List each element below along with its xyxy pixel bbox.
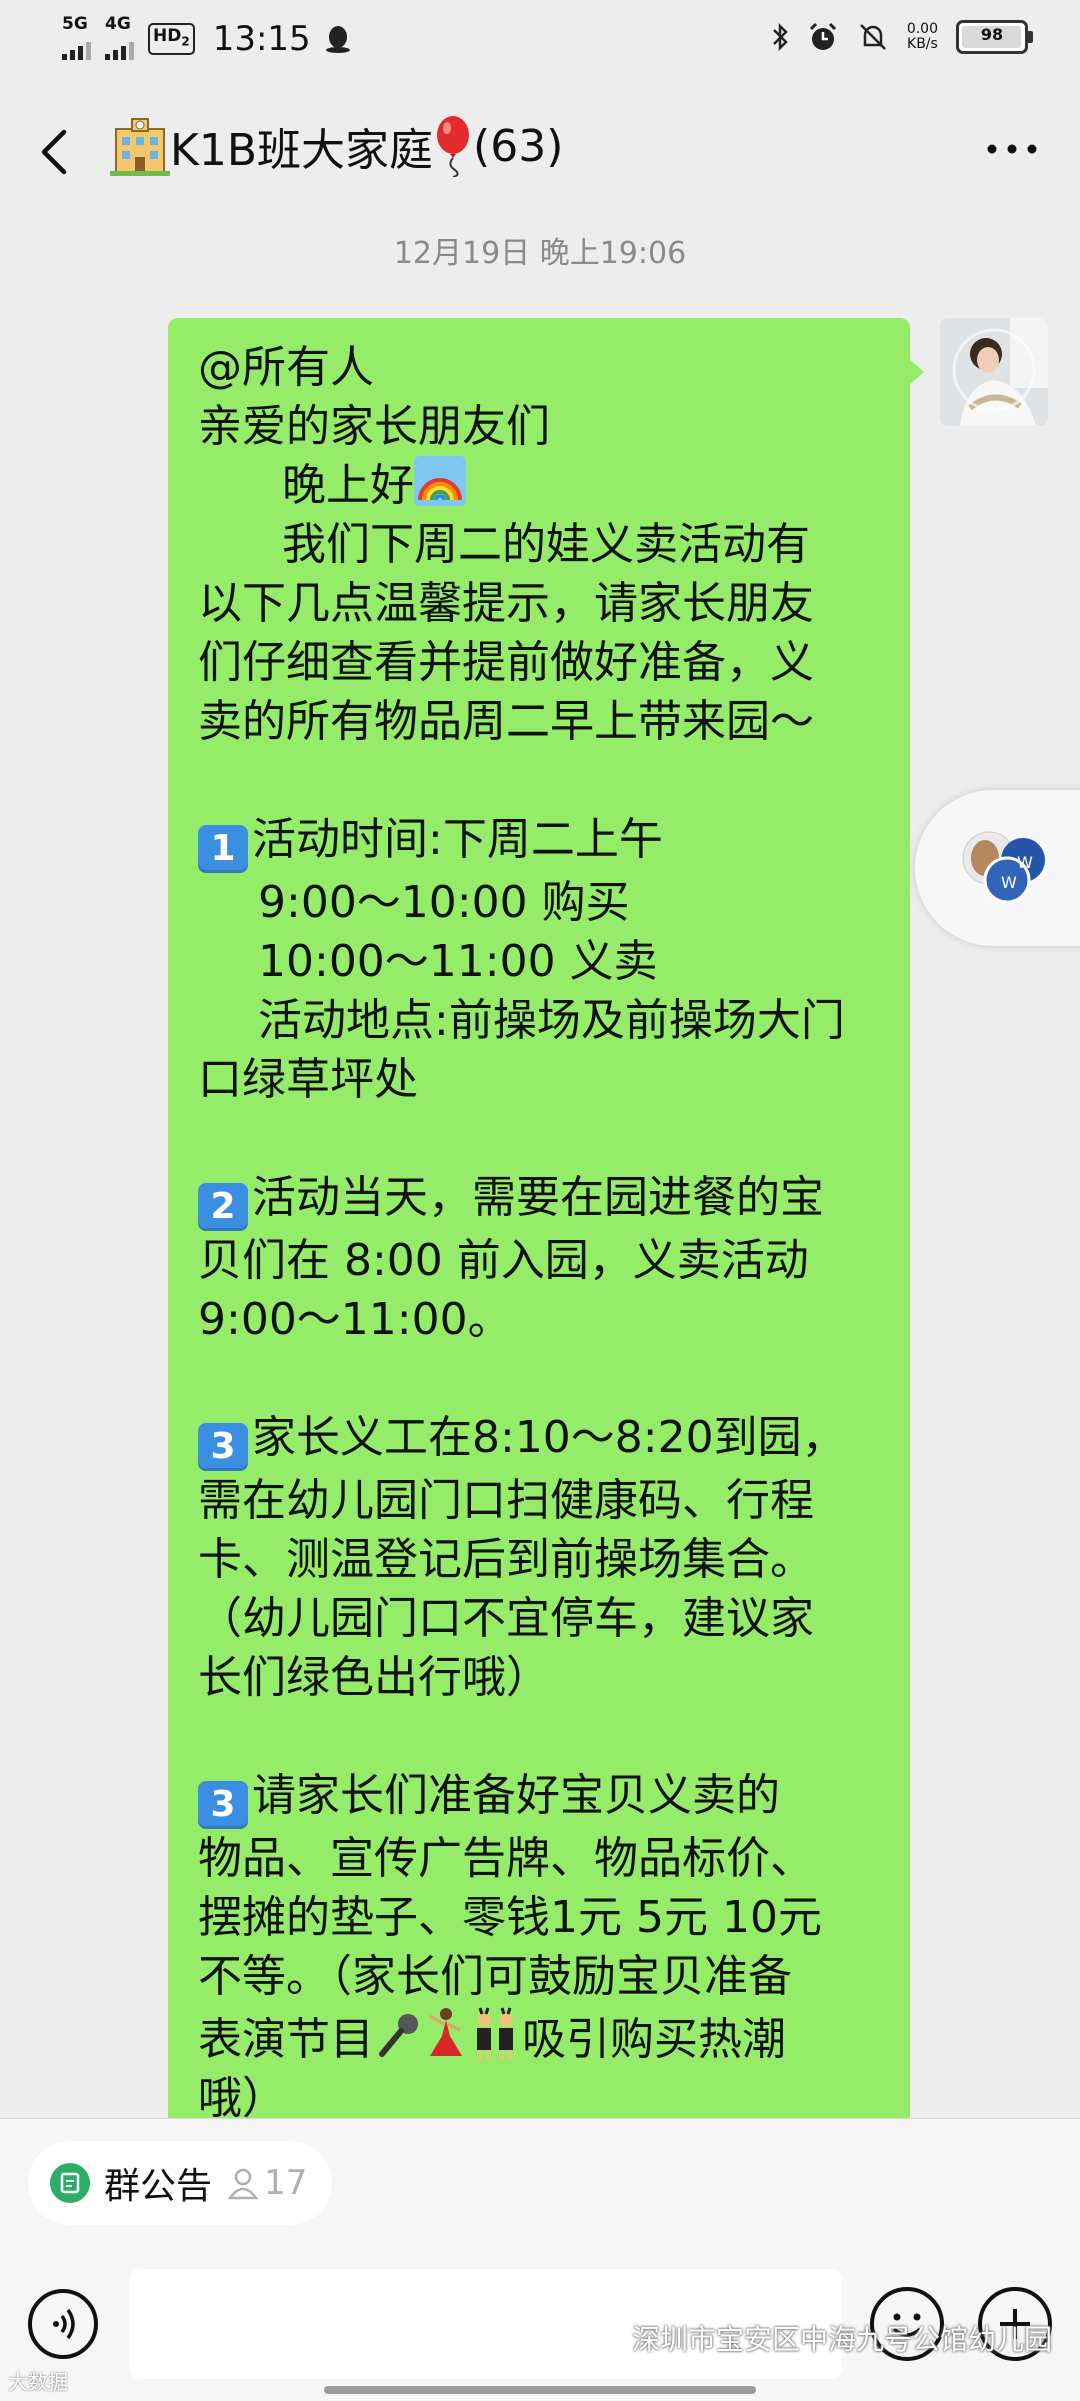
alarm-icon bbox=[809, 22, 836, 50]
more-options-button[interactable] bbox=[982, 134, 1042, 164]
notice-read-count: 17 bbox=[226, 2163, 307, 2203]
keycap-3-icon: 3 bbox=[198, 1781, 248, 1829]
floating-app-icon: W W bbox=[962, 831, 1045, 904]
microphone-icon bbox=[379, 2014, 418, 2057]
signal-5g-icon: 5G bbox=[62, 14, 91, 60]
message-line: 不等。（家长们可鼓励宝贝准备 bbox=[198, 1951, 792, 2002]
status-bar: 5G 4G HD2 13:15 0.00 KB/s 98 bbox=[0, 0, 1080, 80]
keycap-1-icon: 1 bbox=[198, 825, 248, 873]
network-speed: 0.00 KB/s bbox=[906, 21, 938, 52]
group-notice-button[interactable]: 群公告 17 bbox=[28, 2141, 332, 2225]
keycap-2-icon: 2 bbox=[198, 1183, 248, 1231]
message-line: 长们绿色出行哦） bbox=[198, 1652, 550, 1703]
message-line: 3 家长义工在8:10～8:20到园， bbox=[198, 1408, 880, 1471]
notice-label: 群公告 bbox=[104, 2166, 213, 2207]
message-line: 3 请家长们准备好宝贝义卖的 bbox=[198, 1766, 880, 1829]
message-line: 物品、宣传广告牌、物品标价、 bbox=[198, 1833, 814, 1884]
message-text: @所有人 亲爱的家长朋友们 晚上好 我们下周二的娃义卖活动有 以下几点温馨提示，… bbox=[168, 318, 910, 2148]
member-count: (63) bbox=[473, 120, 564, 172]
back-button[interactable] bbox=[26, 116, 86, 186]
clock: 13:15 bbox=[212, 19, 311, 59]
notice-icon bbox=[50, 2163, 90, 2203]
battery-icon: 98 bbox=[956, 20, 1033, 54]
mute-bell-icon bbox=[859, 24, 886, 50]
floating-window-button[interactable]: W W bbox=[915, 790, 1080, 946]
signal-4g-icon: 4G bbox=[105, 14, 134, 60]
message-line: （幼儿园门口不宜停车，建议家 bbox=[198, 1593, 814, 1644]
wechat-icon bbox=[590, 2324, 626, 2351]
message-line: 我们下周二的娃义卖活动有 bbox=[282, 519, 810, 570]
message-line: 9:00～11:00。 bbox=[198, 1294, 512, 1345]
message-timestamp: 12月19日 晚上19:06 bbox=[393, 236, 687, 271]
chat-header: K1B班大家庭 (63) bbox=[0, 92, 1080, 212]
voice-input-button[interactable] bbox=[28, 2289, 98, 2359]
message-line: 9:00～10:00 购买 bbox=[258, 877, 630, 928]
hd-voice-icon: HD2 bbox=[148, 23, 195, 55]
bunny-dancers-icon bbox=[477, 2007, 513, 2060]
message-line: 10:00～11:00 义卖 bbox=[258, 936, 658, 987]
message-line: 表演节目 吸引购买热潮 bbox=[198, 2006, 880, 2069]
bottom-panel: 群公告 17 bbox=[0, 2118, 1080, 2401]
status-left: 5G 4G HD2 13:15 bbox=[62, 14, 351, 60]
home-indicator[interactable] bbox=[324, 2386, 756, 2394]
message-bubble[interactable]: @所有人 亲爱的家长朋友们 晚上好 我们下周二的娃义卖活动有 以下几点温馨提示，… bbox=[168, 318, 910, 2148]
corner-watermark: 大数据 bbox=[8, 2370, 68, 2394]
keycap-3-icon: 3 bbox=[198, 1423, 248, 1471]
bluetooth-icon bbox=[772, 22, 788, 52]
status-right: 0.00 KB/s 98 bbox=[771, 20, 1033, 54]
bubble-tail bbox=[908, 358, 924, 386]
message-line: @所有人 bbox=[198, 342, 374, 393]
message-line: 1 活动时间:下周二上午 bbox=[198, 810, 880, 873]
person-icon bbox=[227, 2168, 259, 2200]
balloon-icon bbox=[437, 116, 470, 177]
message-line: 亲爱的家长朋友们 bbox=[198, 401, 550, 452]
message-line: 以下几点温馨提示，请家长朋友 bbox=[198, 578, 814, 629]
wechat-watermark: 深圳市宝安区中海九号公馆幼儿园 bbox=[590, 2318, 1052, 2358]
message-line: 卖的所有物品周二早上带来园～ bbox=[198, 696, 814, 747]
rainbow-icon bbox=[414, 456, 466, 506]
message-line: 贝们在 8:00 前入园，义卖活动 bbox=[198, 1235, 809, 1286]
message-line: 摆摊的垫子、零钱1元 5元 10元 bbox=[198, 1892, 822, 1943]
sender-avatar[interactable] bbox=[940, 318, 1048, 426]
group-name: K1B班大家庭 bbox=[170, 125, 434, 176]
svg-text:W: W bbox=[1017, 853, 1033, 872]
message-line: 活动地点:前操场及前操场大门 bbox=[258, 995, 845, 1046]
message-line: 晚上好 bbox=[198, 456, 880, 515]
message-line: 口绿草坪处 bbox=[198, 1054, 418, 1105]
svg-text:W: W bbox=[1001, 873, 1017, 892]
message-line: 需在幼儿园门口扫健康码、行程 bbox=[198, 1475, 814, 1526]
chat-title[interactable]: K1B班大家庭 (63) bbox=[110, 114, 563, 178]
avatar-photo bbox=[940, 318, 1048, 426]
message-line: 2 活动当天，需要在园进餐的宝 bbox=[198, 1168, 880, 1231]
message-line: 们仔细查看并提前做好准备，义 bbox=[198, 637, 814, 688]
qq-penguin-icon bbox=[325, 26, 350, 53]
message-line: 卡、测温登记后到前操场集合。 bbox=[198, 1534, 814, 1585]
dancer-icon bbox=[429, 2008, 462, 2056]
voice-icon bbox=[53, 2308, 75, 2340]
building-icon bbox=[110, 118, 170, 176]
